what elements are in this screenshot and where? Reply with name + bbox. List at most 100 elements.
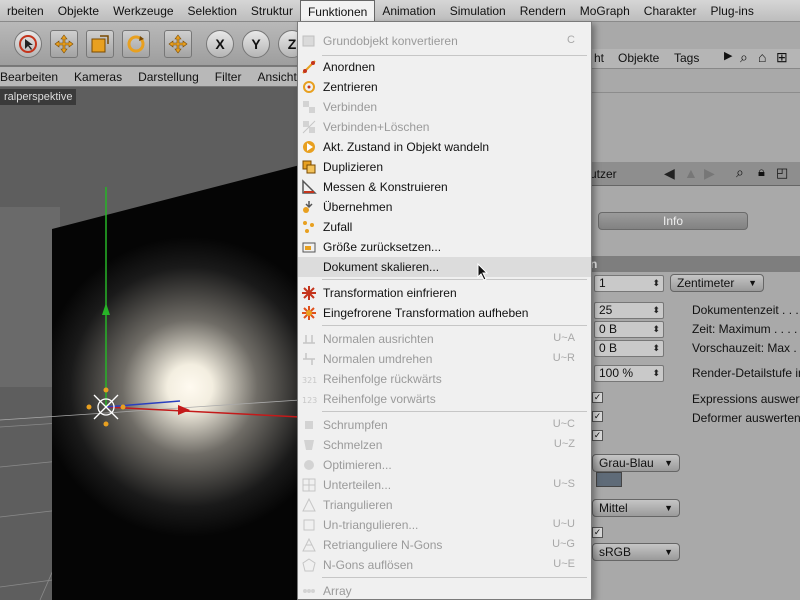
- retriangulate-icon: [302, 537, 316, 552]
- color-swatch[interactable]: [596, 472, 622, 487]
- unit-select[interactable]: Zentimeter ▼: [670, 274, 764, 292]
- x-axis-button[interactable]: X: [206, 30, 234, 58]
- menu-funktionen[interactable]: Funktionen: [299, 0, 376, 22]
- menu-plugins[interactable]: Plug-ins: [703, 0, 760, 22]
- shrink-icon: [305, 421, 313, 429]
- menu-selektion[interactable]: Selektion: [181, 0, 244, 22]
- menu-item-shortcut: U~E: [553, 558, 575, 570]
- menu-item-unterteilen[interactable]: Unterteilen... U~S: [298, 475, 591, 495]
- menu-simulation[interactable]: Simulation: [443, 0, 513, 22]
- menu-item-array[interactable]: Array: [298, 581, 591, 599]
- grid-icon[interactable]: ⊞: [776, 49, 788, 66]
- connect-delete-icon: [302, 120, 316, 134]
- viewport-menu-bearbeiten[interactable]: Bearbeiten: [0, 70, 66, 84]
- menu-rendern[interactable]: Rendern: [513, 0, 573, 22]
- quality-select[interactable]: Mittel ▼: [592, 499, 680, 517]
- menu-item-reihenfolge-vorwaerts[interactable]: 123 Reihenfolge vorwärts: [298, 389, 591, 409]
- rotate-tool-button[interactable]: [122, 30, 150, 58]
- add-move-button[interactable]: [164, 30, 192, 58]
- svg-text:123: 123: [302, 396, 317, 405]
- menu-item-anordnen[interactable]: Anordnen: [298, 57, 591, 77]
- menu-item-label: Zufall: [323, 220, 353, 234]
- spinner-icon[interactable]: ⬍: [652, 322, 660, 337]
- expand-arrow-icon[interactable]: ▶: [724, 49, 732, 62]
- menu-struktur[interactable]: Struktur: [244, 0, 300, 22]
- menu-item-uebernehmen[interactable]: Übernehmen: [298, 197, 591, 217]
- lod-field[interactable]: 100 % ⬍: [594, 365, 664, 382]
- info-tab-button[interactable]: Info: [598, 212, 748, 230]
- menu-item-grundobjekt-konvertieren[interactable]: Grundobjekt konvertieren C: [298, 31, 591, 51]
- menu-item-label: Array: [323, 584, 352, 598]
- menu-item-schmelzen[interactable]: Schmelzen U~Z: [298, 435, 591, 455]
- object-menu-ansicht[interactable]: ht: [594, 51, 604, 65]
- expressions-checkbox[interactable]: ✓: [592, 411, 603, 422]
- menu-item-akt-zustand[interactable]: Akt. Zustand in Objekt wandeln: [298, 137, 591, 157]
- viewport-menu-filter[interactable]: Filter: [207, 70, 250, 84]
- up-arrow-icon[interactable]: ▲: [684, 165, 698, 181]
- object-menu-tags[interactable]: Tags: [674, 51, 699, 65]
- menu-charakter[interactable]: Charakter: [637, 0, 704, 22]
- menu-item-ngons-aufloesen[interactable]: N-Gons auflösen U~E: [298, 555, 591, 575]
- move-arrows-icon: [168, 34, 188, 54]
- menu-item-normalen-ausrichten[interactable]: Normalen ausrichten U~A: [298, 329, 591, 349]
- home-icon[interactable]: ⌂: [758, 49, 766, 65]
- menu-mograph[interactable]: MoGraph: [573, 0, 637, 22]
- menu-item-zufall[interactable]: Zufall: [298, 217, 591, 237]
- new-window-icon[interactable]: ◰: [776, 165, 788, 181]
- menu-item-verbinden-loeschen[interactable]: Verbinden+Löschen: [298, 117, 591, 137]
- menu-item-triangulieren[interactable]: Triangulieren: [298, 495, 591, 515]
- attribute-mode-label: utzer: [590, 167, 617, 181]
- menu-objekte[interactable]: Objekte: [51, 0, 106, 22]
- menu-item-eingefrorene-transformation[interactable]: Eingefrorene Transformation aufheben: [298, 303, 591, 323]
- spinner-icon[interactable]: ⬍: [652, 303, 660, 318]
- menu-item-messen-konstruieren[interactable]: Messen & Konstruieren: [298, 177, 591, 197]
- deformers-checkbox[interactable]: ✓: [592, 430, 603, 441]
- search-icon[interactable]: ⌕: [740, 49, 748, 66]
- menu-item-un-triangulieren[interactable]: Un-triangulieren... U~U: [298, 515, 591, 535]
- forward-arrow-icon[interactable]: ▶: [704, 165, 715, 182]
- menu-item-retrianguliere-ngons[interactable]: Retrianguliere N-Gons U~G: [298, 535, 591, 555]
- current-state-icon: [303, 141, 315, 153]
- menu-animation[interactable]: Animation: [375, 0, 442, 22]
- menu-item-zentrieren[interactable]: Zentrieren: [298, 77, 591, 97]
- fps-field[interactable]: 25 ⬍: [594, 302, 664, 319]
- 3d-viewport[interactable]: ralperspektive: [0, 87, 300, 600]
- menu-item-schrumpfen[interactable]: Schrumpfen U~C: [298, 415, 591, 435]
- back-arrow-icon[interactable]: ◀: [664, 165, 675, 182]
- spinner-icon[interactable]: ⬍: [652, 366, 660, 381]
- viewport-menu-darstellung[interactable]: Darstellung: [130, 70, 207, 84]
- lock-icon[interactable]: 🔒︎: [758, 164, 765, 180]
- doc-time-field[interactable]: 0 B ⬍: [594, 321, 664, 338]
- menu-item-groesse-zuruecksetzen[interactable]: Größe zurücksetzen...: [298, 237, 591, 257]
- menu-item-optimieren[interactable]: Optimieren...: [298, 455, 591, 475]
- max-time-field[interactable]: 0 B ⬍: [594, 340, 664, 357]
- viewport-menu-kameras[interactable]: Kameras: [66, 70, 130, 84]
- color-scheme-select[interactable]: Grau-Blau ▼: [592, 454, 680, 472]
- spinner-icon[interactable]: ⬍: [652, 341, 660, 356]
- search-icon[interactable]: ⌕: [736, 164, 744, 181]
- reverse-normals-icon: [303, 353, 315, 365]
- menu-werkzeuge[interactable]: Werkzeuge: [106, 0, 180, 22]
- live-selection-button[interactable]: [14, 30, 42, 58]
- color-profile-select[interactable]: sRGB ▼: [592, 543, 680, 561]
- menu-item-label: Grundobjekt konvertieren: [323, 34, 458, 48]
- menu-item-label: Eingefrorene Transformation aufheben: [323, 306, 529, 320]
- menu-item-label: Optimieren...: [323, 458, 392, 472]
- menu-item-verbinden[interactable]: Verbinden: [298, 97, 591, 117]
- menu-item-label: Verbinden+Löschen: [323, 120, 430, 134]
- menu-item-duplizieren[interactable]: Duplizieren: [298, 157, 591, 177]
- menu-item-dokument-skalieren[interactable]: Dokument skalieren...: [298, 257, 591, 277]
- linear-workflow-checkbox[interactable]: ✓: [592, 527, 603, 538]
- scale-tool-button[interactable]: [86, 30, 114, 58]
- y-axis-button[interactable]: Y: [242, 30, 270, 58]
- move-tool-button[interactable]: [50, 30, 78, 58]
- object-menu-objekte[interactable]: Objekte: [618, 51, 659, 65]
- menu-item-reihenfolge-rueckwaerts[interactable]: 321 Reihenfolge rückwärts: [298, 369, 591, 389]
- menu-bearbeiten[interactable]: rbeiten: [0, 0, 51, 22]
- menu-item-normalen-umdrehen[interactable]: Normalen umdrehen U~R: [298, 349, 591, 369]
- use-animation-checkbox[interactable]: ✓: [592, 392, 603, 403]
- spinner-icon[interactable]: ⬍: [652, 276, 660, 291]
- menu-item-label: Normalen umdrehen: [323, 352, 433, 366]
- menu-item-transformation-einfrieren[interactable]: Transformation einfrieren: [298, 283, 591, 303]
- scale-field[interactable]: 1 ⬍: [594, 275, 664, 292]
